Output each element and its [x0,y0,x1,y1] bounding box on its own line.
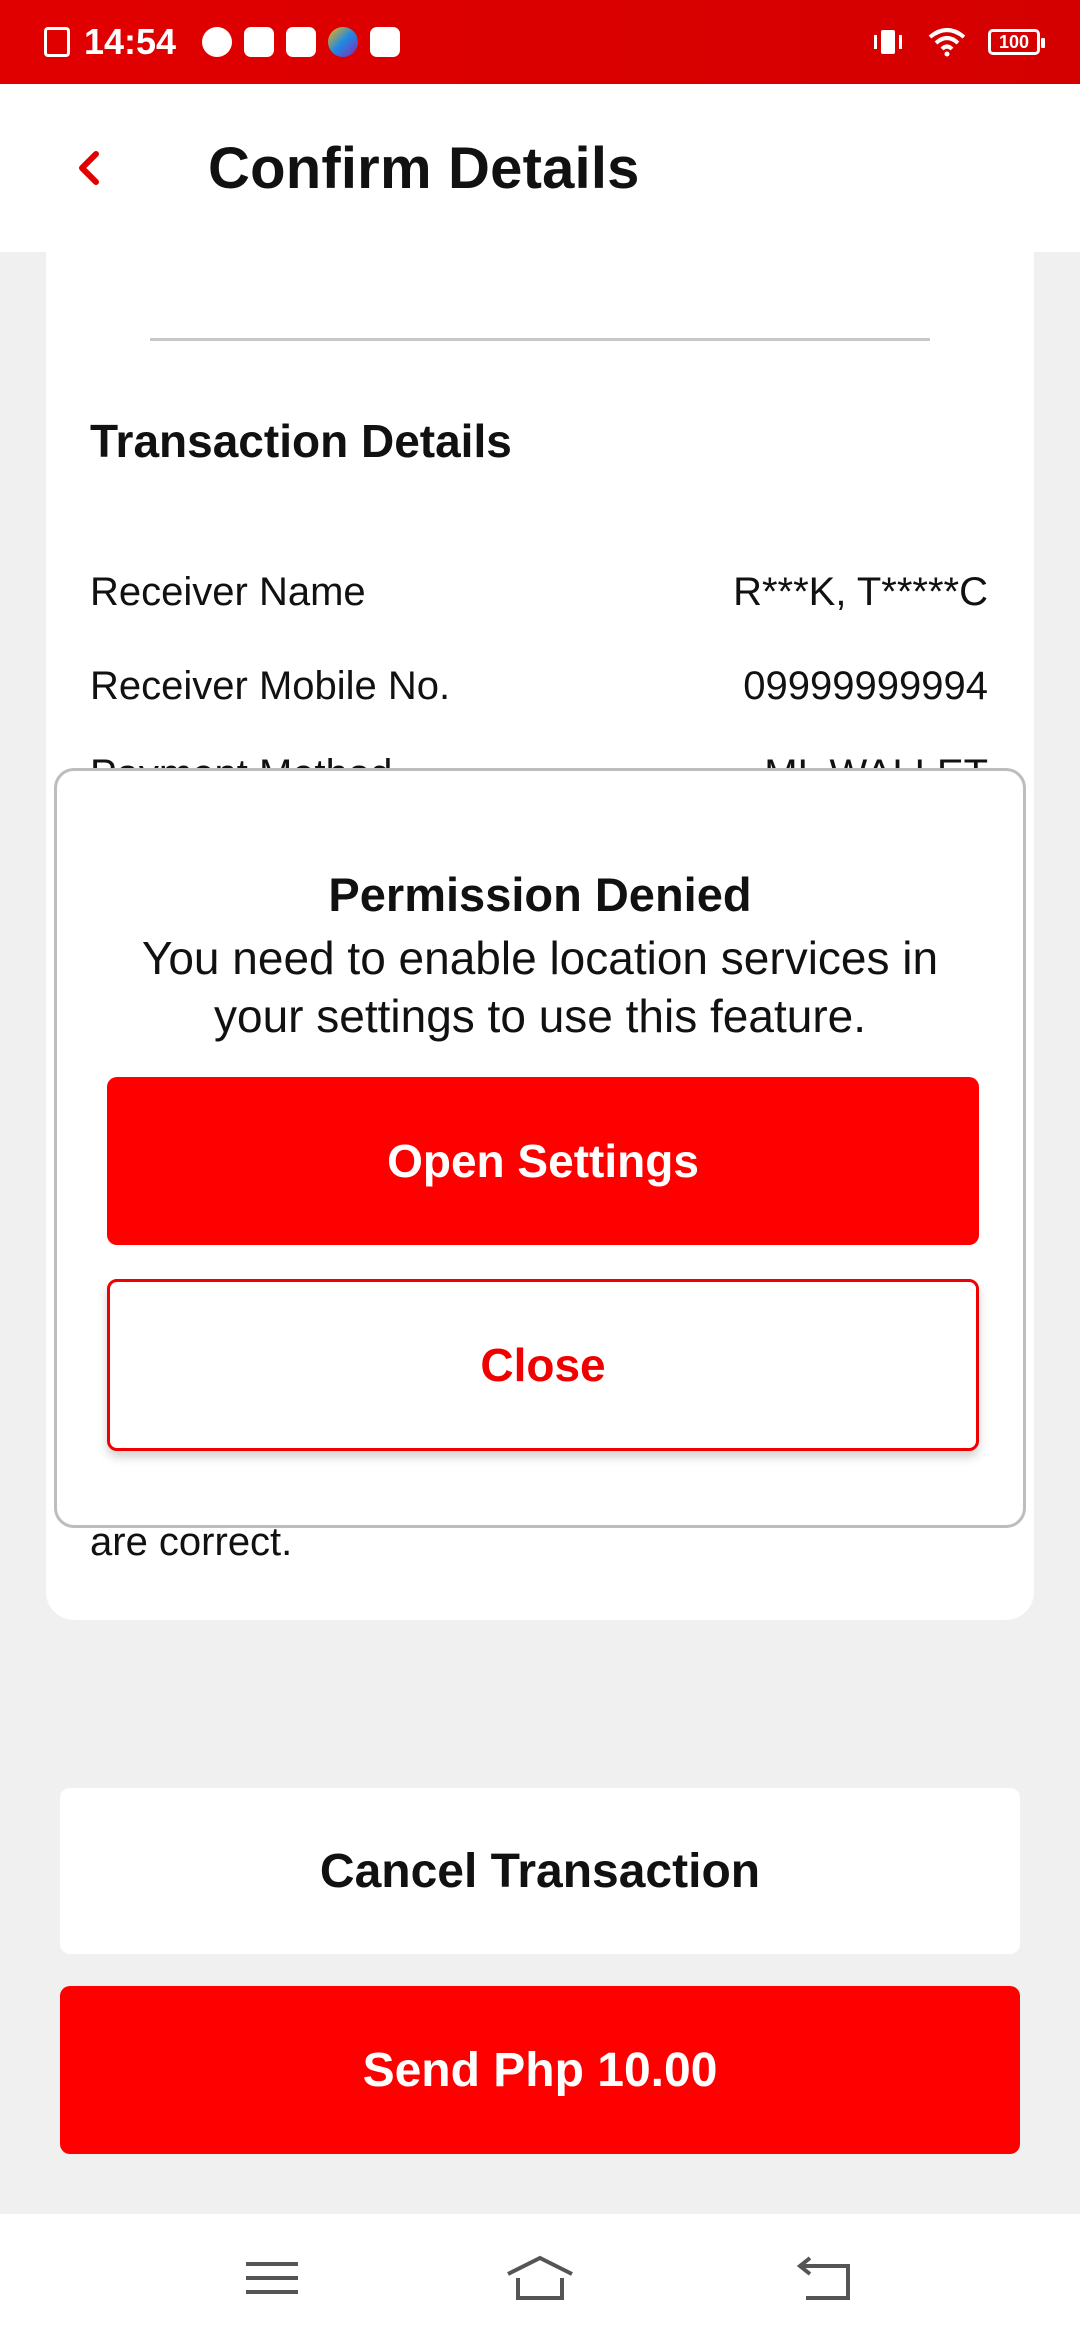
vibrate-icon [874,30,902,54]
dialog-message: You need to enable location services in … [141,932,939,1042]
speedometer-icon [202,27,233,57]
status-bar: 14:54 100 [0,0,1080,84]
detail-label: Receiver Name [90,570,366,614]
sim-alert-icon [44,27,70,57]
menu-icon[interactable] [236,2248,316,2308]
gift-icon [370,27,401,57]
system-nav-bar [0,2214,1080,2340]
status-left: 14:54 [44,0,401,84]
status-time: 14:54 [84,21,177,62]
close-button[interactable]: Close [107,1279,979,1451]
detail-value: R***K, T*****C [733,570,988,614]
app-bar: Confirm Details [0,84,1080,252]
battery-icon: 100 [988,29,1045,55]
battery-level: 100 [998,31,1030,52]
send-button[interactable]: Send Php 10.00 [60,1986,1020,2154]
chevron-left-icon[interactable] [60,136,120,200]
page-title: Confirm Details [208,135,640,201]
home-icon[interactable] [500,2248,580,2308]
detail-value: 09999999994 [743,664,988,708]
dialog-title: Permission Denied [328,868,752,921]
open-settings-button[interactable]: Open Settings [107,1077,979,1245]
section-title: Transaction Details [90,415,512,467]
detail-row-receiver-name: Receiver Name R***K, T*****C [90,570,988,615]
detail-label: Receiver Mobile No. [90,664,451,708]
browser-icon [328,27,359,57]
cancel-transaction-button[interactable]: Cancel Transaction [60,1788,1020,1954]
permission-dialog: Permission Denied You need to enable loc… [54,768,1026,1528]
detail-row-receiver-mobile: Receiver Mobile No. 09999999994 [90,664,988,709]
status-right: 100 [870,0,1045,84]
mail-icon [244,27,275,57]
back-icon[interactable] [786,2248,866,2308]
wifi-icon [928,28,966,57]
divider [150,338,930,341]
mail-icon [286,27,317,57]
